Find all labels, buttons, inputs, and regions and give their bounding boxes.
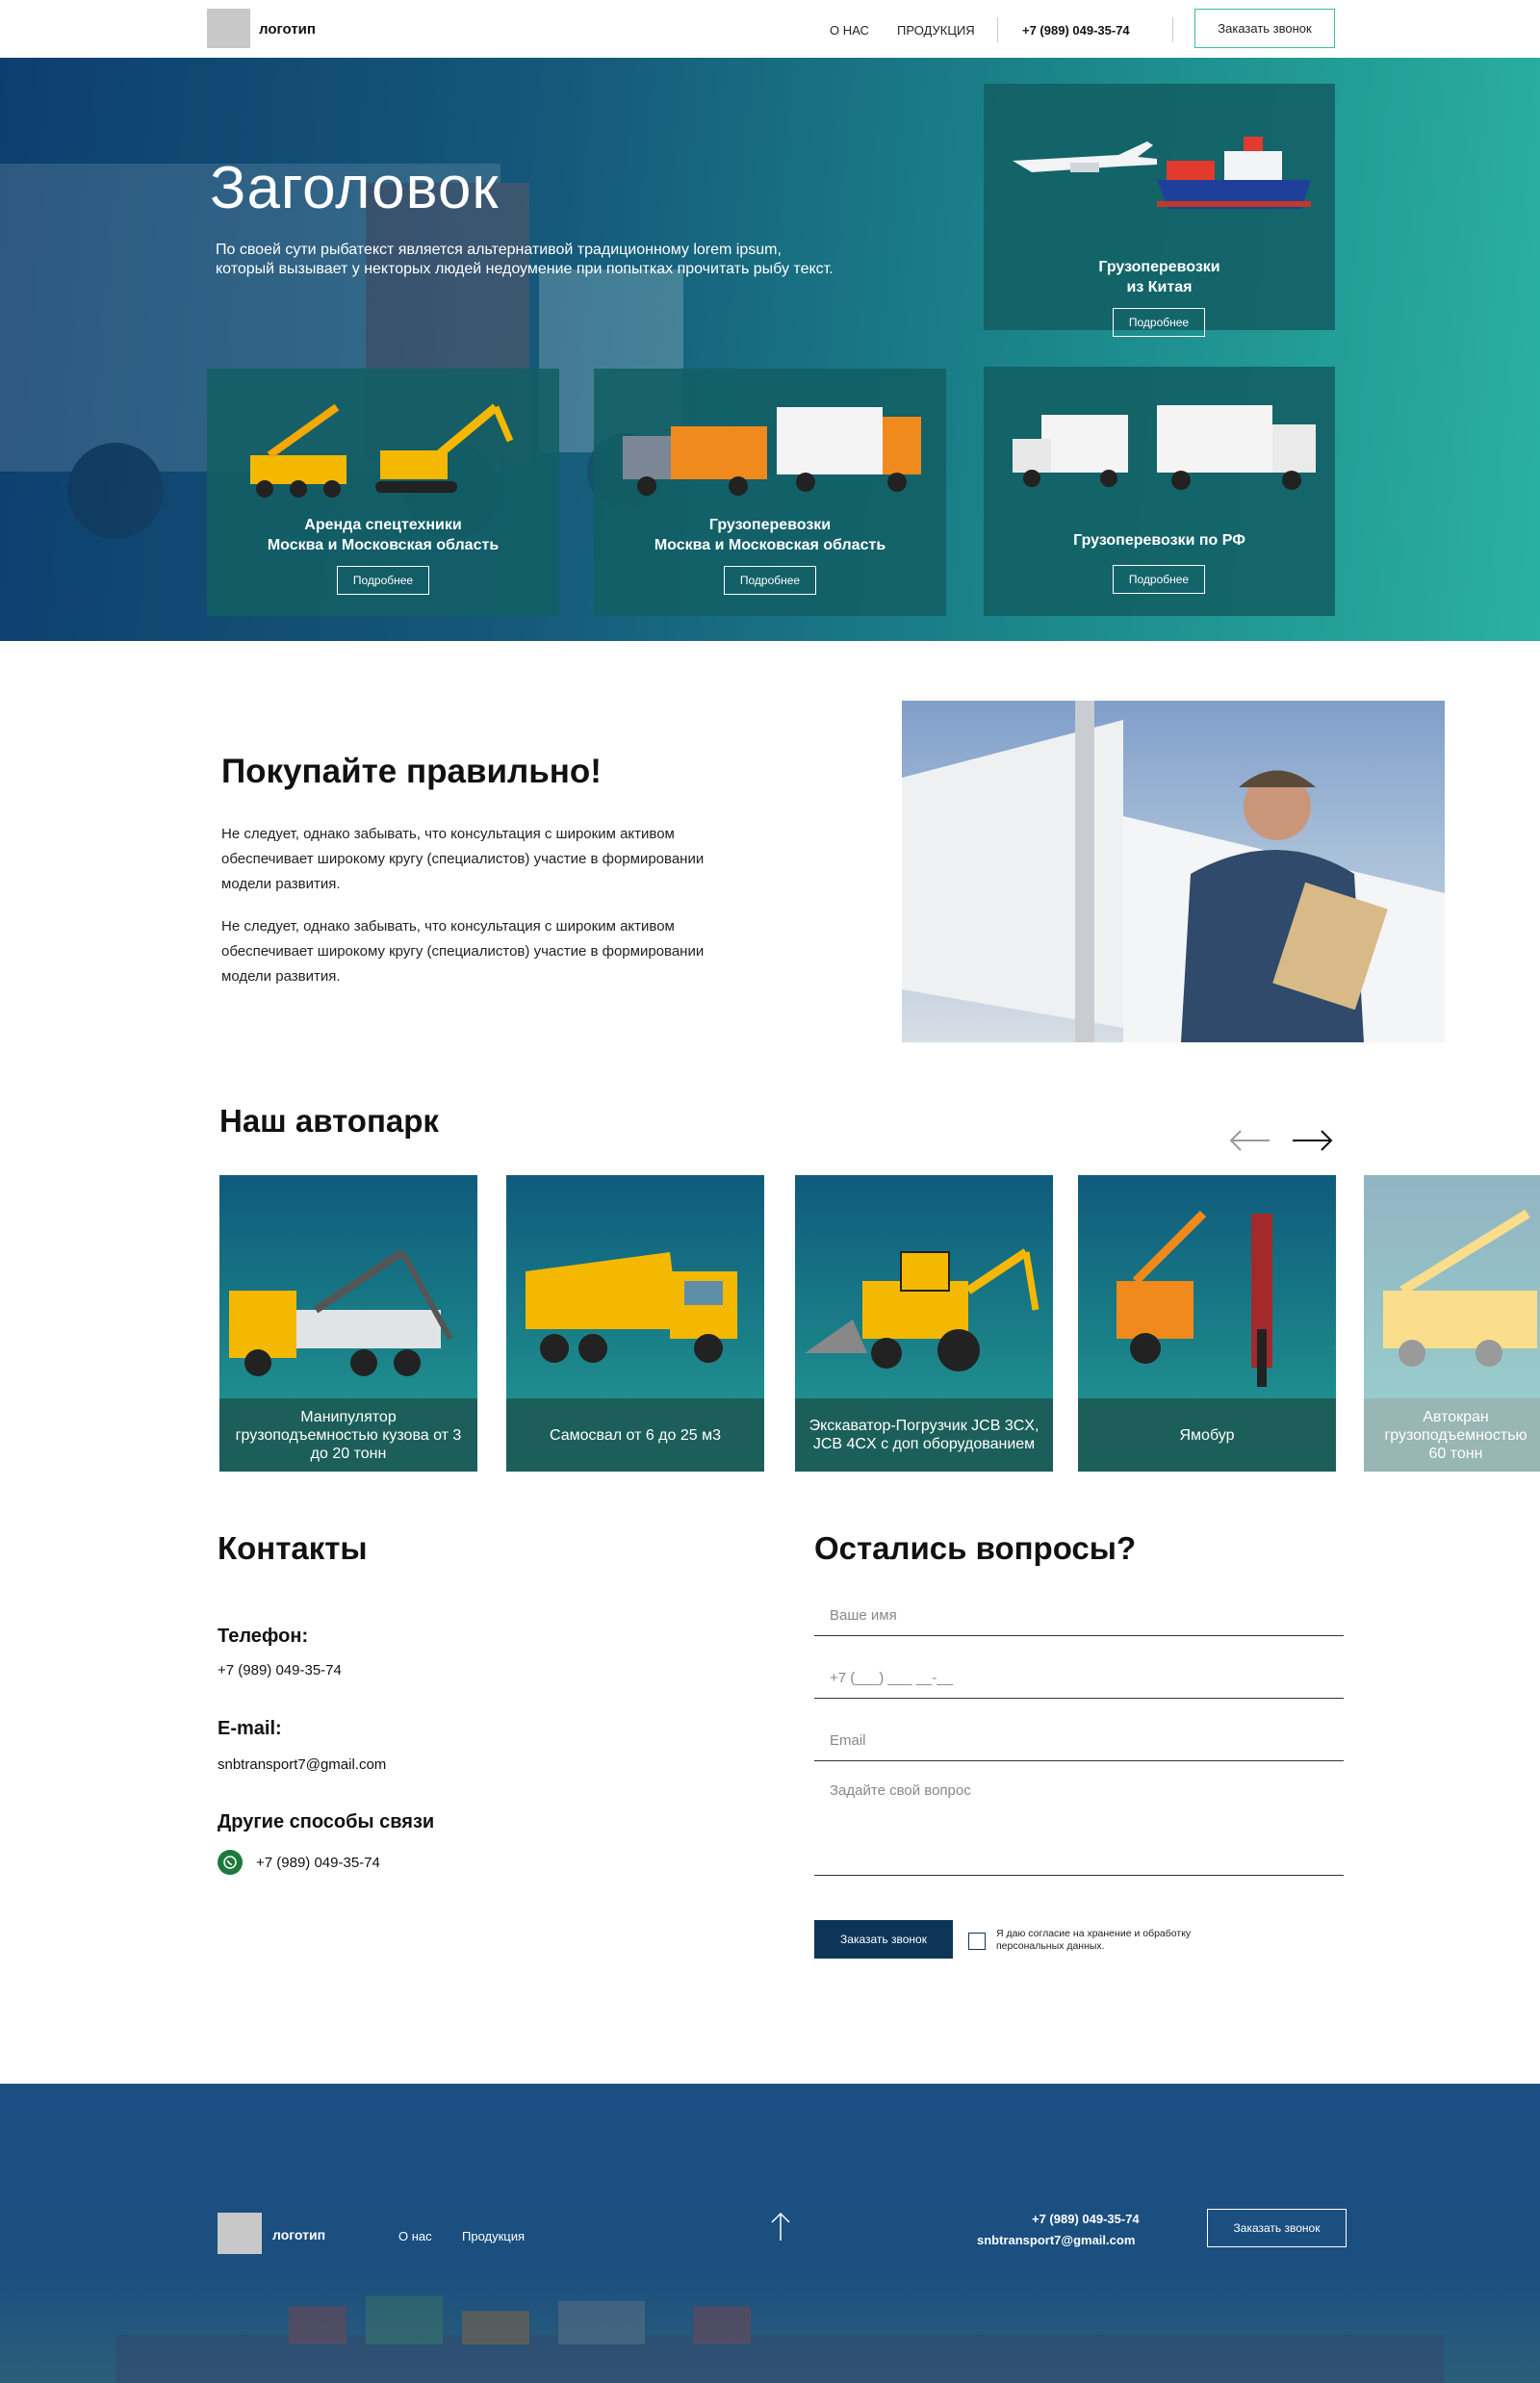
card-title-line2: Москва и Московская область — [267, 537, 500, 553]
details-button[interactable]: Подробнее — [724, 566, 816, 595]
phone-input[interactable] — [814, 1657, 1344, 1699]
service-card-moscow[interactable]: Грузоперевозки Москва и Московская област… — [594, 369, 946, 616]
details-button[interactable]: Подробнее — [1113, 565, 1205, 594]
scroll-top-icon[interactable] — [769, 2210, 792, 2242]
plane-ship-image — [1013, 137, 1311, 209]
submit-button[interactable]: Заказать звонок — [814, 1920, 953, 1959]
arrow-right-icon[interactable] — [1291, 1128, 1335, 1153]
fleet-card[interactable]: Автокран грузоподъемностью 60 тонн — [1364, 1175, 1540, 1472]
nav-about[interactable]: О НАС — [830, 23, 869, 38]
phone-label: Телефон: — [218, 1626, 309, 1647]
site-footer: логотип О нас Продукция +7 (989) 049-35-… — [0, 2084, 1540, 2383]
logo-placeholder[interactable] — [207, 9, 250, 48]
fleet-card-caption: Манипулятор грузоподъемностью кузова от … — [219, 1398, 477, 1472]
contacts-title: Контакты — [218, 1530, 368, 1566]
card-title-line1: Грузоперевозки — [1098, 259, 1220, 275]
consent-text: Я даю согласие на хранение и обработку п… — [996, 1928, 1192, 1952]
footer-phone[interactable]: +7 (989) 049-35-74 — [1032, 2212, 1140, 2226]
fleet-card[interactable]: Экскаватор-Погрузчик JCB 3CX, JCB 4CX с … — [795, 1175, 1053, 1472]
card-title: Грузоперевозки по РФ — [1073, 532, 1245, 549]
name-input[interactable] — [814, 1596, 1344, 1636]
questions-title: Остались вопросы? — [814, 1530, 1137, 1566]
service-card-china[interactable]: Грузоперевозки из Китая Подробнее — [984, 84, 1335, 337]
header-phone[interactable]: +7 (989) 049-35-74 — [1022, 23, 1130, 38]
buy-paragraph: Не следует, однако забывать, что консуль… — [221, 826, 705, 892]
nav-divider — [1172, 17, 1173, 42]
ship-background — [116, 2296, 1444, 2383]
fleet-card-caption: Автокран грузоподъемностью 60 тонн — [1364, 1398, 1540, 1472]
site-header: логотип О НАС ПРОДУКЦИЯ +7 (989) 049-35-… — [0, 0, 1540, 58]
phone-value[interactable]: +7 (989) 049-35-74 — [218, 1662, 342, 1678]
buy-paragraph: Не следует, однако забывать, что консуль… — [221, 918, 705, 985]
vans-image — [623, 407, 921, 496]
nav-products[interactable]: ПРОДУКЦИЯ — [897, 23, 975, 38]
order-call-button[interactable]: Заказать звонок — [1194, 9, 1335, 48]
manipulator-image — [229, 1248, 453, 1376]
hero-description: По своей сути рыбатекст является альтерн… — [216, 242, 834, 277]
card-title-line1: Грузоперевозки — [708, 517, 832, 533]
autocrane-image — [1383, 1209, 1537, 1367]
details-button[interactable]: Подробнее — [1113, 308, 1205, 337]
other-contacts-label: Другие способы связи — [218, 1811, 435, 1832]
whatsapp-icon[interactable] — [218, 1850, 243, 1875]
hero-title: Заголовок — [210, 155, 500, 221]
details-button[interactable]: Подробнее — [337, 566, 429, 595]
driver-illustration — [902, 701, 1445, 1042]
fleet-card[interactable]: Манипулятор грузоподъемностью кузова от … — [219, 1175, 477, 1472]
whatsapp-number[interactable]: +7 (989) 049-35-74 — [256, 1855, 380, 1871]
fleet-card-caption: Экскаватор-Погрузчик JCB 3CX, JCB 4CX с … — [795, 1398, 1053, 1472]
footer-nav-about[interactable]: О нас — [398, 2229, 432, 2243]
buy-title: Покупайте правильно! — [221, 753, 602, 790]
footer-order-call-button[interactable]: Заказать звонок — [1207, 2209, 1347, 2247]
footer-email[interactable]: snbtransport7@gmail.com — [977, 2233, 1135, 2247]
consent-checkbox[interactable] — [968, 1933, 986, 1950]
fleet-card[interactable]: Ямобур — [1078, 1175, 1336, 1472]
fleet-card-caption: Ямобур — [1078, 1398, 1336, 1472]
crane-excavator-image — [250, 403, 514, 498]
footer-logo-placeholder[interactable] — [218, 2213, 262, 2254]
footer-logo-text[interactable]: логотип — [272, 2227, 325, 2242]
trucks-image — [1013, 405, 1316, 490]
card-title-line2: Москва и Московская область — [654, 537, 886, 553]
email-label: E-mail: — [218, 1718, 282, 1739]
fleet-card[interactable]: Самосвал от 6 до 25 м3 — [506, 1175, 764, 1472]
card-title-line1: Аренда спецтехники — [304, 517, 462, 533]
driver-photo — [902, 701, 1445, 1042]
fleet-title: Наш автопарк — [219, 1103, 439, 1139]
fleet-card-caption: Самосвал от 6 до 25 м3 — [506, 1398, 764, 1472]
hero-section: Заголовок По своей сути рыбатекст являет… — [0, 58, 1540, 641]
service-card-rental[interactable]: Аренда спецтехники Москва и Московская об… — [207, 369, 559, 616]
email-input[interactable] — [814, 1721, 1344, 1761]
question-textarea[interactable] — [814, 1777, 1344, 1876]
footer-nav-products[interactable]: Продукция — [462, 2229, 525, 2243]
card-title-line2: из Китая — [1126, 279, 1193, 295]
email-value[interactable]: snbtransport7@gmail.com — [218, 1756, 386, 1773]
backhoe-loader-image — [805, 1248, 1040, 1371]
nav-divider — [997, 17, 998, 42]
dump-truck-image — [526, 1252, 737, 1363]
service-card-russia[interactable]: Грузоперевозки по РФ Подробнее — [984, 367, 1335, 616]
logo-text[interactable]: логотип — [259, 21, 316, 38]
auger-image — [1116, 1210, 1272, 1387]
arrow-left-icon[interactable] — [1227, 1128, 1271, 1153]
